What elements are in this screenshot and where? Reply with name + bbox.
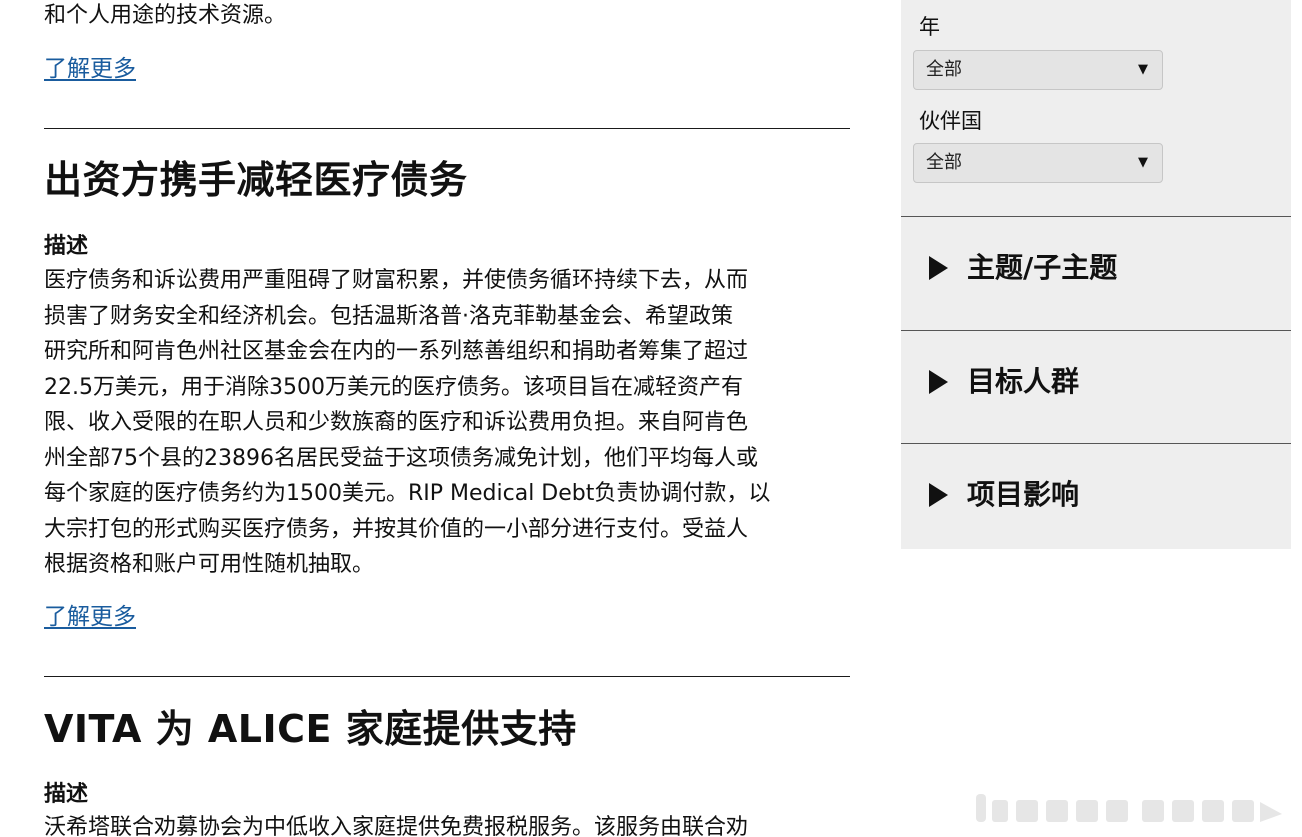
description-line: 研究所和阿肯色州社区基金会在内的一系列慈善组织和捐助者筹集了超过 <box>44 339 749 364</box>
card-description-tail: 和个人用途的技术资源。 <box>44 3 287 28</box>
card-divider <box>44 676 850 677</box>
expand-triangle-icon <box>929 256 948 280</box>
card-title[interactable]: VITA 为 ALICE 家庭提供支持 <box>44 706 577 752</box>
year-filter-label: 年 <box>919 15 940 39</box>
expand-triangle-icon <box>929 370 948 394</box>
sidebar-divider <box>901 330 1291 331</box>
year-select[interactable]: 全部 ▼ <box>913 50 1163 90</box>
dropdown-arrow-icon: ▼ <box>1138 62 1148 77</box>
description-line: 限、收入受限的在职人员和少数族裔的医疗和诉讼费用负担。来自阿肯色 <box>44 410 749 435</box>
accordion-target-population[interactable]: 目标人群 <box>901 332 1291 432</box>
sidebar-divider <box>901 443 1291 444</box>
learn-more-link[interactable]: 了解更多 <box>44 602 136 632</box>
accordion-topics[interactable]: 主题/子主题 <box>901 218 1291 318</box>
card-description: 医疗债务和诉讼费用严重阻碍了财富积累，并使债务循环持续下去，从而 损害了财务安全… <box>44 263 850 583</box>
description-line: 每个家庭的医疗债务约为1500美元。RIP Medical Debt负责协调付款… <box>44 481 771 506</box>
partner-select-value: 全部 <box>926 152 962 173</box>
partner-select[interactable]: 全部 ▼ <box>913 143 1163 183</box>
filter-sidebar: 年 全部 ▼ 伙伴国 全部 ▼ 主题/子主题 目标人群 项目影响 <box>901 0 1291 549</box>
page: 和个人用途的技术资源。 了解更多 出资方携手减轻医疗债务 描述 医疗债务和诉讼费… <box>0 0 1302 837</box>
expand-triangle-icon <box>929 483 948 507</box>
partner-filter-label: 伙伴国 <box>919 109 982 133</box>
watermark-logo <box>976 794 1282 822</box>
accordion-label: 主题/子主题 <box>967 251 1118 284</box>
dropdown-arrow-icon: ▼ <box>1138 155 1148 170</box>
accordion-label: 目标人群 <box>967 365 1080 398</box>
year-select-value: 全部 <box>926 59 962 80</box>
description-line: 损害了财务安全和经济机会。包括温斯洛普·洛克菲勒基金会、希望政策 <box>44 303 733 329</box>
learn-more-link[interactable]: 了解更多 <box>44 54 136 84</box>
description-line: 根据资格和账户可用性随机抽取。 <box>44 552 375 577</box>
card-title[interactable]: 出资方携手减轻医疗债务 <box>44 157 468 203</box>
description-line: 大宗打包的形式购买医疗债务，并按其价值的一小部分进行支付。受益人 <box>44 516 749 542</box>
accordion-label: 项目影响 <box>967 478 1080 511</box>
description-line: 22.5万美元，用于消除3500万美元的医疗债务。该项目旨在减轻资产有 <box>44 374 743 400</box>
card-divider <box>44 128 850 129</box>
description-line: 州全部75个县的23896名居民受益于这项债务减免计划，他们平均每人或 <box>44 445 758 471</box>
card-description: 沃希塔联合劝募协会为中低收入家庭提供免费报税服务。该服务由联合劝 <box>44 810 850 837</box>
sidebar-divider <box>901 216 1291 217</box>
description-label: 描述 <box>44 234 89 259</box>
description-line: 沃希塔联合劝募协会为中低收入家庭提供免费报税服务。该服务由联合劝 <box>44 815 749 837</box>
description-label: 描述 <box>44 782 89 807</box>
accordion-project-impact[interactable]: 项目影响 <box>901 445 1291 545</box>
description-line: 医疗债务和诉讼费用严重阻碍了财富积累，并使债务循环持续下去，从而 <box>44 268 749 293</box>
